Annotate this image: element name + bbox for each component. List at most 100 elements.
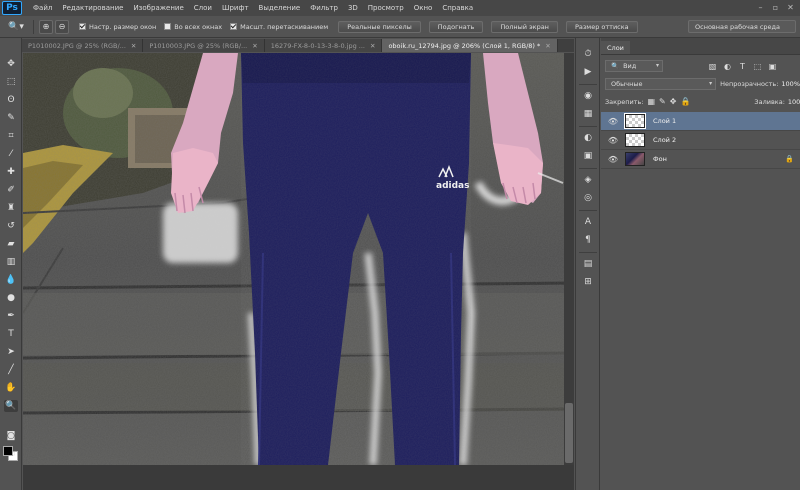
minimize-icon[interactable]: – [756, 3, 765, 12]
layer-row-background[interactable]: 👁 Фон 🔒 [601, 150, 800, 169]
filter-smart-icon[interactable]: ▣ [767, 61, 778, 72]
options-bar: 🔍▾ ⊕ ⊖ Настр. размер окон Во всех окнах … [0, 16, 800, 38]
menu-image[interactable]: Изображение [128, 4, 188, 12]
healing-brush-tool-icon[interactable]: ✚ [4, 166, 18, 178]
close-icon[interactable]: ✕ [545, 42, 550, 50]
menu-3d[interactable]: 3D [343, 4, 363, 12]
menu-select[interactable]: Выделение [254, 4, 306, 12]
all-windows-checkbox[interactable]: Во всех окнах [164, 23, 222, 31]
history-brush-tool-icon[interactable]: ↺ [4, 220, 18, 232]
menu-type[interactable]: Шрифт [217, 4, 254, 12]
path-selection-tool-icon[interactable]: ➤ [4, 346, 18, 358]
crop-tool-icon[interactable]: ⌗ [4, 130, 18, 142]
blur-tool-icon[interactable]: 💧 [4, 274, 18, 286]
print-size-button[interactable]: Размер оттиска [565, 20, 638, 33]
menu-window[interactable]: Окно [409, 4, 438, 12]
paragraph-icon[interactable]: ¶ [582, 234, 594, 246]
eraser-tool-icon[interactable]: ▰ [4, 238, 18, 250]
clone-source-icon[interactable]: ⊞ [582, 276, 594, 288]
menu-file[interactable]: Файл [28, 4, 57, 12]
filter-type-icon[interactable]: T [737, 61, 748, 72]
clone-stamp-tool-icon[interactable]: ♜ [4, 202, 18, 214]
zoom-tool-preset-icon[interactable]: 🔍▾ [4, 19, 28, 35]
scrubby-zoom-checkbox[interactable]: Масшт. перетаскиванием [230, 23, 328, 31]
layers-icon[interactable]: ◈ [582, 174, 594, 186]
menu-filter[interactable]: Фильтр [305, 4, 343, 12]
line-tool-icon[interactable]: ╱ [4, 364, 18, 376]
filter-adjustment-icon[interactable]: ◐ [722, 61, 733, 72]
hand-tool-icon[interactable]: ✋ [4, 382, 18, 394]
color-icon[interactable]: ◉ [582, 90, 594, 102]
fill-field[interactable]: 100% [788, 98, 800, 106]
layer-thumbnail [624, 113, 646, 129]
actual-pixels-button[interactable]: Реальные пикселы [338, 20, 421, 33]
marquee-tool-icon[interactable]: ⬚ [4, 76, 18, 88]
zoom-out-icon[interactable]: ⊖ [55, 19, 69, 34]
lock-pixels-icon[interactable]: ✎ [659, 96, 666, 107]
lock-transparency-icon[interactable]: ▦ [647, 96, 655, 107]
tab-layers[interactable]: Слои [601, 41, 630, 54]
lock-position-icon[interactable]: ✥ [670, 96, 677, 107]
resize-windows-checkbox[interactable]: Настр. размер окон [79, 23, 156, 31]
pen-tool-icon[interactable]: ✒ [4, 310, 18, 322]
filter-shape-icon[interactable]: ⬚ [752, 61, 763, 72]
opacity-field[interactable]: 100% [781, 80, 800, 88]
menu-view[interactable]: Просмотр [363, 4, 409, 12]
zoom-in-icon[interactable]: ⊕ [39, 19, 53, 34]
blend-mode-select[interactable]: Обычные ▾ [605, 78, 717, 90]
fill-screen-button[interactable]: Полный экран [491, 20, 558, 33]
tab-doc-3[interactable]: 16279-FX-8-0-13-3-8-0.jpg ... ✕ [264, 39, 383, 52]
move-tool-icon[interactable]: ✥ [4, 58, 18, 70]
character-icon[interactable]: A [582, 216, 594, 228]
eye-icon[interactable]: 👁 [607, 155, 619, 164]
quick-mask-icon[interactable]: ◙ [4, 430, 18, 442]
adjustments-icon[interactable]: ◐ [582, 132, 594, 144]
swatches-icon[interactable]: ▦ [582, 108, 594, 120]
vertical-scrollbar[interactable] [564, 53, 574, 465]
gradient-tool-icon[interactable]: ▥ [4, 256, 18, 268]
layer-kind-filter[interactable]: 🔍 Вид ▾ [605, 60, 663, 72]
menu-edit[interactable]: Редактирование [57, 4, 128, 12]
zoom-tool-icon[interactable]: 🔍 [4, 400, 18, 412]
tab-doc-2[interactable]: P1010003.JPG @ 25% (RGB/... ✕ [143, 39, 265, 52]
checkbox-checked-icon[interactable] [79, 23, 86, 30]
close-icon[interactable]: ✕ [252, 42, 257, 50]
dodge-tool-icon[interactable]: ● [4, 292, 18, 304]
layer-row-sloy1[interactable]: 👁 Слой 1 [601, 112, 800, 131]
close-icon[interactable]: ✕ [370, 42, 375, 50]
maximize-icon[interactable]: ▫ [771, 3, 780, 12]
document-canvas[interactable]: adidas [23, 53, 574, 465]
tab-doc-active[interactable]: oboik.ru_12794.jpg @ 206% (Слой 1, RGB/8… [382, 39, 558, 52]
eyedropper-tool-icon[interactable]: ⁄ [4, 148, 18, 160]
menu-help[interactable]: Справка [437, 4, 478, 12]
eye-icon[interactable]: 👁 [607, 117, 619, 126]
type-tool-icon[interactable]: T [4, 328, 18, 340]
fit-screen-button[interactable]: Подогнать [428, 20, 484, 33]
eye-icon[interactable]: 👁 [607, 136, 619, 145]
menu-layers[interactable]: Слои [189, 4, 217, 12]
lock-label: Закрепить: [605, 97, 644, 106]
layer-row-sloy2[interactable]: 👁 Слой 2 [601, 131, 800, 150]
foreground-color-swatch[interactable] [3, 446, 13, 456]
styles-icon[interactable]: ▣ [582, 150, 594, 162]
actions-icon[interactable]: ▶ [582, 66, 594, 78]
layer-thumbnail [625, 152, 645, 166]
history-icon[interactable]: ⏱ [582, 48, 594, 60]
brush-presets-icon[interactable]: ▤ [582, 258, 594, 270]
layer-name[interactable]: Слой 1 [653, 117, 676, 125]
close-icon[interactable]: ✕ [786, 3, 795, 12]
scrollbar-thumb[interactable] [565, 403, 573, 463]
checkbox-unchecked-icon[interactable] [164, 23, 172, 30]
quick-select-tool-icon[interactable]: ✎ [4, 112, 18, 124]
tab-doc-1[interactable]: P1010002.JPG @ 25% (RGB/... ✕ [22, 39, 144, 52]
close-icon[interactable]: ✕ [131, 42, 136, 50]
channels-icon[interactable]: ◎ [582, 192, 594, 204]
brush-tool-icon[interactable]: ✐ [4, 184, 18, 196]
lock-all-icon[interactable]: 🔒 [680, 96, 690, 107]
layer-name[interactable]: Слой 2 [653, 136, 676, 144]
lasso-tool-icon[interactable]: ʘ [4, 94, 18, 106]
filter-pixel-icon[interactable]: ▧ [707, 61, 718, 72]
checkbox-checked-icon[interactable] [230, 23, 238, 30]
workspace-switcher[interactable]: Основная рабочая среда [688, 20, 796, 33]
layer-name[interactable]: Фон [653, 155, 667, 163]
